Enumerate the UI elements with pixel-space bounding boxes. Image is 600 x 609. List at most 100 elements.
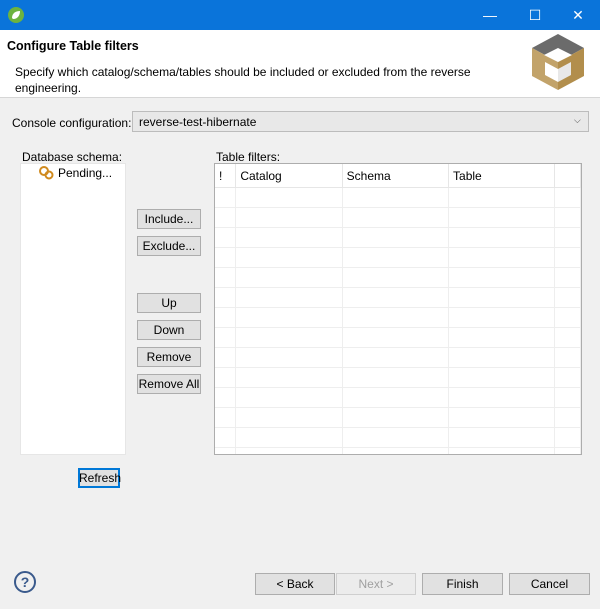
table-cell: [342, 247, 450, 268]
table-cell: [448, 227, 556, 248]
table-cell: [215, 247, 237, 268]
table-cell: [448, 287, 556, 308]
finish-button[interactable]: Finish: [422, 573, 503, 595]
table-cell: [448, 447, 556, 454]
table-row: [215, 447, 581, 454]
table-row: [215, 387, 581, 408]
database-schema-label: Database schema:: [22, 150, 123, 164]
cancel-button[interactable]: Cancel: [509, 573, 590, 595]
table-cell: [235, 407, 343, 428]
down-button[interactable]: Down: [137, 320, 201, 340]
pending-icon: [38, 165, 54, 181]
table-cell: [235, 287, 343, 308]
table-cell: [342, 347, 450, 368]
table-cell: [448, 367, 556, 388]
table-cell: [342, 267, 450, 288]
table-filters-body: [215, 187, 581, 454]
column-header-filler: [554, 164, 581, 188]
table-cell: [235, 207, 343, 228]
table-cell: [235, 367, 343, 388]
remove-button[interactable]: Remove: [137, 347, 201, 367]
table-cell: [554, 287, 581, 308]
console-config-select[interactable]: reverse-test-hibernate: [132, 111, 589, 132]
back-button[interactable]: < Back: [255, 573, 335, 595]
maximize-button[interactable]: ☐: [515, 0, 555, 30]
table-row: [215, 347, 581, 368]
table-cell: [554, 367, 581, 388]
title-bar: [0, 0, 600, 30]
table-cell: [215, 207, 237, 228]
column-header-exclude[interactable]: !: [215, 164, 237, 188]
table-cell: [235, 347, 343, 368]
table-cell: [342, 387, 450, 408]
table-cell: [448, 267, 556, 288]
table-cell: [215, 407, 237, 428]
table-cell: [554, 227, 581, 248]
exclude-button[interactable]: Exclude...: [137, 236, 201, 256]
table-cell: [342, 187, 450, 208]
table-cell: [235, 387, 343, 408]
table-row: [215, 247, 581, 268]
table-cell: [448, 247, 556, 268]
table-cell: [215, 447, 237, 454]
table-cell: [554, 347, 581, 368]
table-cell: [448, 187, 556, 208]
table-row: [215, 267, 581, 288]
up-button[interactable]: Up: [137, 293, 201, 313]
hibernate-logo-icon: [528, 32, 588, 92]
minimize-button[interactable]: —: [470, 0, 510, 30]
table-cell: [215, 287, 237, 308]
table-cell: [215, 267, 237, 288]
table-cell: [448, 307, 556, 328]
table-cell: [342, 407, 450, 428]
console-config-label: Console configuration:: [12, 116, 132, 130]
help-icon[interactable]: ?: [14, 571, 36, 593]
table-cell: [235, 227, 343, 248]
column-header-schema[interactable]: Schema: [342, 164, 450, 188]
chevron-down-icon[interactable]: ⌵: [574, 115, 581, 126]
table-cell: [342, 447, 450, 454]
table-cell: [448, 327, 556, 348]
page-title: Configure Table filters: [7, 39, 139, 53]
table-row: [215, 407, 581, 428]
page-description: Specify which catalog/schema/tables shou…: [15, 65, 471, 95]
refresh-button[interactable]: Refresh: [78, 468, 121, 488]
table-cell: [342, 287, 450, 308]
table-cell: [342, 327, 450, 348]
table-cell: [342, 427, 450, 448]
table-cell: [448, 347, 556, 368]
column-header-table[interactable]: Table: [448, 164, 556, 188]
table-cell: [554, 207, 581, 228]
table-row: [215, 227, 581, 248]
remove-all-button[interactable]: Remove All: [137, 374, 201, 394]
table-cell: [554, 387, 581, 408]
table-cell: [235, 187, 343, 208]
table-cell: [342, 307, 450, 328]
include-button[interactable]: Include...: [137, 209, 201, 229]
table-row: [215, 287, 581, 308]
table-cell: [554, 267, 581, 288]
table-cell: [554, 427, 581, 448]
table-cell: [342, 367, 450, 388]
table-cell: [215, 367, 237, 388]
table-cell: [235, 427, 343, 448]
column-header-catalog[interactable]: Catalog: [235, 164, 343, 188]
table-cell: [342, 207, 450, 228]
table-cell: [554, 187, 581, 208]
tree-item-pending[interactable]: Pending...: [58, 166, 112, 180]
table-row: [215, 327, 581, 348]
database-schema-tree[interactable]: [20, 163, 126, 455]
table-cell: [554, 307, 581, 328]
table-cell: [215, 187, 237, 208]
table-filters-table[interactable]: ! Catalog Schema Table: [214, 163, 582, 455]
spring-app-icon: [8, 7, 24, 23]
table-cell: [235, 327, 343, 348]
table-cell: [448, 427, 556, 448]
table-cell: [215, 307, 237, 328]
table-row: [215, 207, 581, 228]
close-button[interactable]: ✕: [558, 0, 598, 30]
table-cell: [235, 247, 343, 268]
table-cell: [235, 267, 343, 288]
table-cell: [448, 387, 556, 408]
next-button: Next >: [336, 573, 416, 595]
